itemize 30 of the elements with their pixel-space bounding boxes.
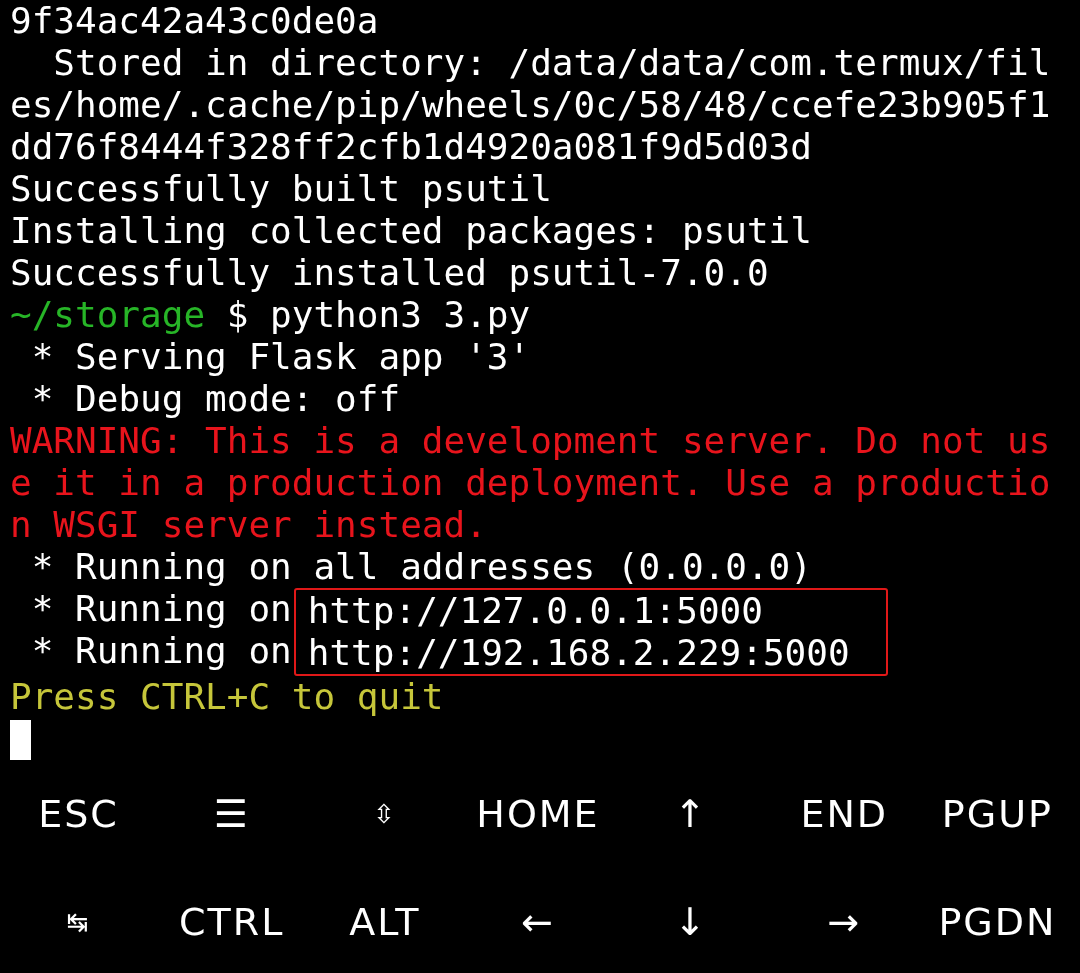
output-line: 9f34ac42a43c0de0a xyxy=(10,0,380,42)
command-text: $ python3 3.py xyxy=(225,294,531,336)
output-line: * Running on all addresses (0.0.0.0) xyxy=(30,546,813,588)
key-button[interactable]: ESC xyxy=(2,760,156,868)
output-line: * Debug mode: off xyxy=(30,378,402,420)
key-button[interactable]: ☰ xyxy=(155,760,309,868)
notice-text: Press CTRL+C to quit xyxy=(10,676,445,718)
output-line: Installing collected packages: psutil xyxy=(10,210,813,252)
key-button[interactable]: ⇳ xyxy=(308,760,462,868)
key-button[interactable]: END xyxy=(767,760,921,868)
key-button[interactable]: HOME xyxy=(461,760,615,868)
output-line: * Running on xyxy=(30,630,292,672)
url-text: http://127.0.0.1:5000 xyxy=(307,590,764,632)
key-button[interactable]: ← xyxy=(461,868,615,973)
key-button[interactable]: PGDN xyxy=(920,868,1074,973)
output-line: Successfully installed psutil-7.0.0 xyxy=(10,252,770,294)
key-button[interactable]: ↓ xyxy=(614,868,768,973)
key-button[interactable]: ↑ xyxy=(614,760,768,868)
output-line: Successfully built psutil xyxy=(10,168,553,210)
key-button[interactable]: PGUP xyxy=(920,760,1074,868)
key-button[interactable]: ↹ xyxy=(2,868,156,973)
output-line: * Running on xyxy=(30,588,292,630)
output-line: Stored in directory: /data/data/com.termux/files/home/.cache/pip/wheels/0c/58/48/ccefe23b905f1dd76f8444f328ff2cfb1d4920a081f9d5d03d xyxy=(10,42,1052,168)
output-line: * Serving Flask app '3' xyxy=(30,336,532,378)
key-button[interactable]: → xyxy=(767,868,921,973)
prompt-path: ~/storage xyxy=(10,294,206,336)
url-text: http://192.168.2.229:5000 xyxy=(307,632,850,674)
warning-text: WARNING: This is a development server. Do not use it in a production deployment. Use a production WSGI server instead. xyxy=(10,420,1052,546)
key-button[interactable]: CTRL xyxy=(155,868,309,973)
key-button[interactable]: ALT xyxy=(308,868,462,973)
